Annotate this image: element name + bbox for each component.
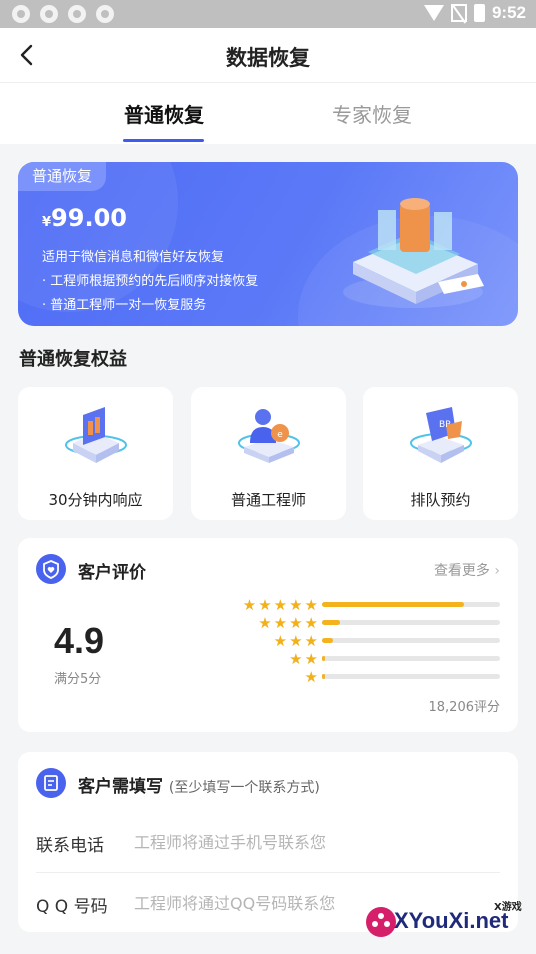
gamepad-logo-icon [366,907,396,937]
star-icon: ★ [289,614,303,632]
star-icon: ★ [289,632,303,650]
form-title-text: 客户需填写 [78,777,163,797]
engineer-icon: e [238,409,300,463]
star-group: ★ ★ [289,650,318,668]
promo-desc-line: · 普通工程师一对一恢复服务 [42,298,207,313]
rating-row: ★ ★ [230,650,500,668]
shield-heart-icon [36,554,66,584]
no-signal-icon [450,4,467,22]
queue-badge-icon: BP [410,407,472,463]
tab-bar: 普通恢复 专家恢复 [0,82,536,144]
rating-bar-fill [322,638,333,643]
star-group: ★ ★ ★ ★ ★ [243,596,318,614]
price-amount: 99.00 [51,204,127,232]
rating-bar-track [322,620,500,625]
benefit-label: 普通工程师 [230,491,306,509]
tab-expert-recovery[interactable]: 专家恢复 [332,99,412,128]
rating-scale: 满分5分 [54,672,102,687]
promo-card: 普通恢复 ¥99.00 适用于微信消息和微信好友恢复 · 工程师根据预约的先后顺… [18,162,518,326]
promo-desc-line: 适用于微信消息和微信好友恢复 [42,250,225,265]
star-group: ★ ★ ★ [274,632,318,650]
rating-bar-fill [322,674,325,679]
benefit-label: 排队预约 [410,491,471,509]
chevron-right-icon: › [494,563,500,579]
rating-row: ★ [230,668,500,686]
rating-bar-track [322,674,500,679]
form-title: 客户需填写 (至少填写一个联系方式) [78,772,320,797]
promo-description: 适用于微信消息和微信好友恢复 · 工程师根据预约的先后顺序对接恢复 · 普通工程… [42,246,258,318]
promo-desc-line: · 工程师根据预约的先后顺序对接恢复 [42,274,259,289]
benefit-card: e 普通工程师 [191,387,346,520]
rating-bar-track [322,656,500,661]
form-note: (至少填写一个联系方式) [168,780,320,796]
rating-bar-fill [322,602,465,607]
star-icon: ★ [273,632,288,650]
view-more-link[interactable]: 查看更多 › [434,560,500,580]
star-icon: ★ [304,668,318,686]
promo-badge: 普通恢复 [18,162,107,191]
svg-text:e: e [277,430,283,440]
star-icon: ★ [273,596,288,614]
currency-symbol: ¥ [42,215,52,230]
notification-icon [68,5,86,23]
wifi-icon [423,5,444,21]
qq-label: Q Q 号码 [36,897,108,917]
star-icon: ★ [304,632,318,650]
rating-score: 4.9 [54,620,105,661]
watermark-logo: X游戏 XYouXi.net [362,892,532,948]
rating-bar-fill [322,620,340,625]
status-right: 9:52 [423,3,526,23]
benefit-label: 30分钟内响应 [48,491,143,509]
star-group: ★ ★ ★ ★ [258,614,318,632]
watermark-text: XYouXi.net [394,908,509,933]
battery-icon [473,4,485,22]
star-icon: ★ [304,614,318,632]
reviews-card: 客户评价 查看更多 › 4.9 满分5分 ★ ★ ★ ★ ★ ★ ★ ★ ★ ★ ★ ★ ★ ★ ★ 18,… [18,538,518,732]
data-server-icon [343,198,484,308]
notification-icon [12,5,30,23]
rating-row: ★ ★ ★ [230,632,500,650]
star-icon: ★ [242,596,257,614]
rating-row: ★ ★ ★ ★ [230,614,500,632]
svg-text:BP: BP [439,420,451,430]
star-icon: ★ [258,614,272,632]
tab-normal-recovery[interactable]: 普通恢复 [124,99,204,128]
benefit-card: BP 排队预约 [363,387,518,520]
promo-price: ¥99.00 [42,204,127,232]
page-title: 数据恢复 [226,46,310,70]
rating-row: ★ ★ ★ ★ ★ [230,596,500,614]
notification-icon [96,5,114,23]
nav-bar: 数据恢复 [0,28,536,82]
phone-input[interactable] [134,829,494,855]
notification-icons [12,5,114,23]
view-more-label: 查看更多 [433,563,490,579]
form-edit-icon [36,768,66,798]
star-icon: ★ [289,650,303,668]
reviews-title: 客户评价 [78,563,146,583]
phone-label: 联系电话 [36,836,104,856]
star-icon: ★ [258,596,272,614]
status-bar: 9:52 [0,0,536,28]
star-icon: ★ [304,596,318,614]
rating-count: 18,206评分 [428,700,501,715]
tab-indicator [123,139,204,142]
rating-bar-track [322,602,500,607]
form-divider [36,872,500,873]
benefit-card: 30分钟内响应 [18,387,173,520]
notification-icon [40,5,58,23]
star-group: ★ [305,668,318,686]
star-icon: ★ [304,650,318,668]
clock-cube-icon [65,407,127,463]
rating-bar-fill [322,656,325,661]
star-icon: ★ [289,596,303,614]
star-icon: ★ [273,614,288,632]
benefits-title: 普通恢复权益 [19,349,127,370]
rating-bar-track [322,638,500,643]
status-time: 9:52 [491,3,526,22]
